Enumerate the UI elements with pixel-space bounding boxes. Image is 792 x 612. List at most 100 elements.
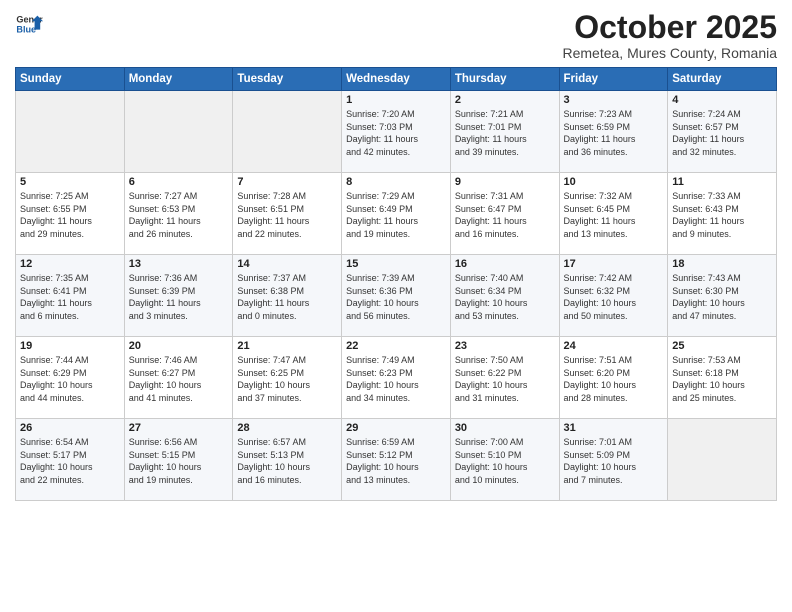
day-number: 18 [672, 258, 772, 270]
day-number: 26 [20, 422, 120, 434]
calendar-cell: 6 Sunrise: 7:27 AM Sunset: 6:53 PM Daylig… [124, 173, 233, 255]
day-number: 25 [672, 340, 772, 352]
day-number: 21 [237, 340, 337, 352]
day-info: Sunrise: 7:36 AM Sunset: 6:39 PM Dayligh… [129, 272, 229, 322]
calendar-cell: 12Sunrise: 7:35 AM Sunset: 6:41 PM Dayli… [16, 255, 125, 337]
calendar-cell [233, 91, 342, 173]
day-number: 27 [129, 422, 229, 434]
calendar-cell: 17 Sunrise: 7:42 AM Sunset: 6:32 PM Dayli… [559, 255, 668, 337]
calendar-week-row: 26 Sunrise: 6:54 AM Sunset: 5:17 PM Dayli… [16, 419, 777, 501]
calendar-cell: 14 Sunrise: 7:37 AM Sunset: 6:38 PM Dayli… [233, 255, 342, 337]
day-of-week-header: Friday [559, 68, 668, 91]
calendar-cell: 5 Sunrise: 7:25 AM Sunset: 6:55 PM Daylig… [16, 173, 125, 255]
day-info: Sunrise: 6:54 AM Sunset: 5:17 PM Dayligh… [20, 436, 120, 486]
day-info: Sunrise: 7:27 AM Sunset: 6:53 PM Dayligh… [129, 190, 229, 240]
location-subtitle: Remetea, Mures County, Romania [563, 45, 778, 61]
day-number: 1 [346, 94, 446, 106]
calendar-cell [124, 91, 233, 173]
calendar-cell: 25 Sunrise: 7:53 AM Sunset: 6:18 PM Dayli… [668, 337, 777, 419]
calendar-cell: 7 Sunrise: 7:28 AM Sunset: 6:51 PM Daylig… [233, 173, 342, 255]
calendar-cell [16, 91, 125, 173]
day-number: 19 [20, 340, 120, 352]
day-number: 22 [346, 340, 446, 352]
page-header: General Blue October 2025 Remetea, Mures… [15, 10, 777, 61]
day-info: Sunrise: 7:35 AM Sunset: 6:41 PM Dayligh… [20, 272, 120, 322]
svg-text:Blue: Blue [16, 24, 36, 34]
logo: General Blue [15, 10, 43, 38]
day-number: 8 [346, 176, 446, 188]
day-number: 6 [129, 176, 229, 188]
title-block: October 2025 Remetea, Mures County, Roma… [563, 10, 778, 61]
day-info: Sunrise: 7:00 AM Sunset: 5:10 PM Dayligh… [455, 436, 555, 486]
day-info: Sunrise: 7:40 AM Sunset: 6:34 PM Dayligh… [455, 272, 555, 322]
day-of-week-header: Sunday [16, 68, 125, 91]
calendar-cell: 19Sunrise: 7:44 AM Sunset: 6:29 PM Dayli… [16, 337, 125, 419]
day-info: Sunrise: 7:47 AM Sunset: 6:25 PM Dayligh… [237, 354, 337, 404]
calendar-cell: 3 Sunrise: 7:23 AM Sunset: 6:59 PM Daylig… [559, 91, 668, 173]
day-info: Sunrise: 7:21 AM Sunset: 7:01 PM Dayligh… [455, 108, 555, 158]
day-info: Sunrise: 7:53 AM Sunset: 6:18 PM Dayligh… [672, 354, 772, 404]
calendar-cell: 22 Sunrise: 7:49 AM Sunset: 6:23 PM Dayli… [342, 337, 451, 419]
day-of-week-header: Thursday [450, 68, 559, 91]
calendar-table: SundayMondayTuesdayWednesdayThursdayFrid… [15, 67, 777, 501]
day-info: Sunrise: 7:46 AM Sunset: 6:27 PM Dayligh… [129, 354, 229, 404]
calendar-cell: 28 Sunrise: 6:57 AM Sunset: 5:13 PM Dayli… [233, 419, 342, 501]
day-number: 16 [455, 258, 555, 270]
day-number: 2 [455, 94, 555, 106]
day-number: 17 [564, 258, 664, 270]
calendar-week-row: 5 Sunrise: 7:25 AM Sunset: 6:55 PM Daylig… [16, 173, 777, 255]
calendar-week-row: 19Sunrise: 7:44 AM Sunset: 6:29 PM Dayli… [16, 337, 777, 419]
day-info: Sunrise: 7:32 AM Sunset: 6:45 PM Dayligh… [564, 190, 664, 240]
day-info: Sunrise: 7:42 AM Sunset: 6:32 PM Dayligh… [564, 272, 664, 322]
day-info: Sunrise: 7:23 AM Sunset: 6:59 PM Dayligh… [564, 108, 664, 158]
day-info: Sunrise: 7:28 AM Sunset: 6:51 PM Dayligh… [237, 190, 337, 240]
month-title: October 2025 [563, 10, 778, 45]
calendar-cell: 8 Sunrise: 7:29 AM Sunset: 6:49 PM Daylig… [342, 173, 451, 255]
day-number: 10 [564, 176, 664, 188]
day-info: Sunrise: 7:33 AM Sunset: 6:43 PM Dayligh… [672, 190, 772, 240]
day-info: Sunrise: 7:25 AM Sunset: 6:55 PM Dayligh… [20, 190, 120, 240]
calendar-body: 1Sunrise: 7:20 AM Sunset: 7:03 PM Daylig… [16, 91, 777, 501]
day-info: Sunrise: 7:37 AM Sunset: 6:38 PM Dayligh… [237, 272, 337, 322]
day-of-week-header: Saturday [668, 68, 777, 91]
calendar-cell: 1Sunrise: 7:20 AM Sunset: 7:03 PM Daylig… [342, 91, 451, 173]
calendar-cell: 16 Sunrise: 7:40 AM Sunset: 6:34 PM Dayli… [450, 255, 559, 337]
day-info: Sunrise: 7:49 AM Sunset: 6:23 PM Dayligh… [346, 354, 446, 404]
calendar-cell: 29Sunrise: 6:59 AM Sunset: 5:12 PM Dayli… [342, 419, 451, 501]
day-info: Sunrise: 6:56 AM Sunset: 5:15 PM Dayligh… [129, 436, 229, 486]
day-number: 23 [455, 340, 555, 352]
calendar-cell: 21 Sunrise: 7:47 AM Sunset: 6:25 PM Dayli… [233, 337, 342, 419]
day-number: 31 [564, 422, 664, 434]
day-info: Sunrise: 7:51 AM Sunset: 6:20 PM Dayligh… [564, 354, 664, 404]
day-number: 28 [237, 422, 337, 434]
day-number: 11 [672, 176, 772, 188]
day-number: 4 [672, 94, 772, 106]
day-number: 14 [237, 258, 337, 270]
day-info: Sunrise: 7:24 AM Sunset: 6:57 PM Dayligh… [672, 108, 772, 158]
calendar-week-row: 1Sunrise: 7:20 AM Sunset: 7:03 PM Daylig… [16, 91, 777, 173]
calendar-cell: 11 Sunrise: 7:33 AM Sunset: 6:43 PM Dayli… [668, 173, 777, 255]
day-info: Sunrise: 7:29 AM Sunset: 6:49 PM Dayligh… [346, 190, 446, 240]
calendar-cell: 27 Sunrise: 6:56 AM Sunset: 5:15 PM Dayli… [124, 419, 233, 501]
calendar-cell: 9 Sunrise: 7:31 AM Sunset: 6:47 PM Daylig… [450, 173, 559, 255]
day-info: Sunrise: 7:01 AM Sunset: 5:09 PM Dayligh… [564, 436, 664, 486]
day-number: 5 [20, 176, 120, 188]
day-number: 24 [564, 340, 664, 352]
day-info: Sunrise: 7:43 AM Sunset: 6:30 PM Dayligh… [672, 272, 772, 322]
calendar-cell: 10 Sunrise: 7:32 AM Sunset: 6:45 PM Dayli… [559, 173, 668, 255]
day-info: Sunrise: 6:57 AM Sunset: 5:13 PM Dayligh… [237, 436, 337, 486]
day-of-week-header: Monday [124, 68, 233, 91]
calendar-cell: 15Sunrise: 7:39 AM Sunset: 6:36 PM Dayli… [342, 255, 451, 337]
day-info: Sunrise: 7:31 AM Sunset: 6:47 PM Dayligh… [455, 190, 555, 240]
calendar-cell [668, 419, 777, 501]
day-number: 29 [346, 422, 446, 434]
calendar-cell: 18 Sunrise: 7:43 AM Sunset: 6:30 PM Dayli… [668, 255, 777, 337]
days-of-week-header: SundayMondayTuesdayWednesdayThursdayFrid… [16, 68, 777, 91]
day-of-week-header: Wednesday [342, 68, 451, 91]
day-number: 7 [237, 176, 337, 188]
day-number: 3 [564, 94, 664, 106]
calendar-cell: 23Sunrise: 7:50 AM Sunset: 6:22 PM Dayli… [450, 337, 559, 419]
calendar-cell: 2 Sunrise: 7:21 AM Sunset: 7:01 PM Daylig… [450, 91, 559, 173]
day-number: 9 [455, 176, 555, 188]
logo-icon: General Blue [15, 10, 43, 38]
